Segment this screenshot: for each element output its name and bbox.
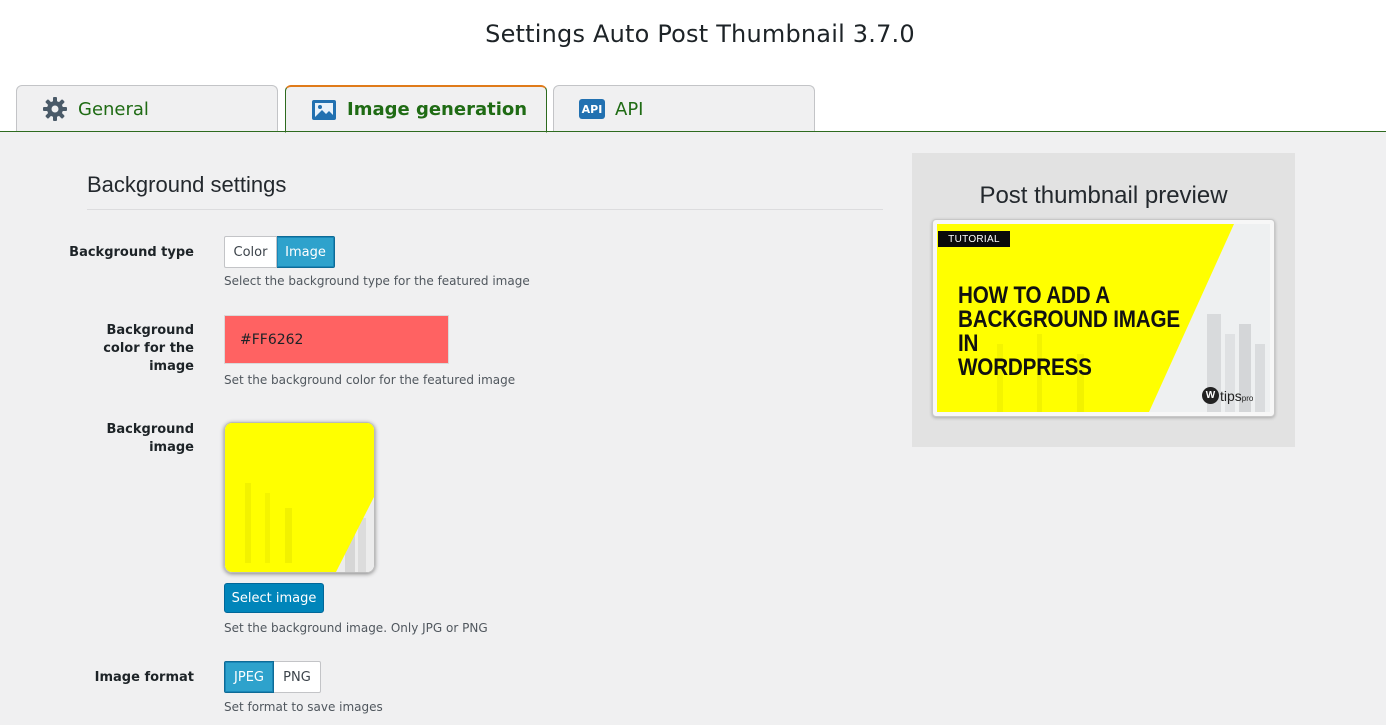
background-type-label: Background type [69, 245, 194, 260]
preview-title: Post thumbnail preview [979, 182, 1228, 209]
background-color-label-line2: color for the [103, 341, 194, 356]
background-color-label: Background color for the image [60, 322, 194, 376]
tab-image-generation[interactable]: Image generation [285, 85, 547, 133]
api-badge: API [579, 99, 605, 119]
background-image-label-line2: image [149, 440, 194, 455]
tab-general[interactable]: General [16, 85, 278, 132]
background-color-label-line3: image [149, 359, 194, 374]
image-icon [311, 97, 337, 123]
image-format-description: Set format to save images [224, 700, 383, 714]
api-icon: API [579, 96, 605, 122]
preview-headline-line2: BACKGROUND IMAGE IN [958, 306, 1181, 357]
image-format-jpeg-option[interactable]: JPEG [224, 661, 274, 693]
tab-api-label: API [615, 98, 644, 120]
logo-suffix: pro [1241, 394, 1254, 403]
background-image-label: Background image [60, 421, 195, 457]
wp-logo-icon: W [1202, 387, 1219, 404]
section-title: Background settings [87, 172, 287, 197]
background-color-field[interactable]: #FF6262 [224, 315, 449, 364]
tab-underline [0, 131, 1386, 132]
tab-image-generation-label: Image generation [347, 99, 528, 120]
background-type-image-option[interactable]: Image [277, 236, 335, 268]
preview-tag: TUTORIAL [938, 231, 1010, 247]
logo-text: tips [1220, 387, 1242, 404]
preview-headline-line1: HOW TO ADD A [958, 282, 1110, 309]
background-type-toggle: Color Image [224, 236, 335, 268]
preview-headline: HOW TO ADD A BACKGROUND IMAGE IN WORDPRE… [958, 284, 1199, 380]
preview-headline-line3: WORDPRESS [958, 354, 1092, 381]
background-type-color-option[interactable]: Color [224, 236, 277, 268]
tab-general-label: General [78, 98, 149, 120]
background-color-label-line1: Background [106, 323, 195, 338]
section-divider [87, 209, 883, 210]
page-title: Settings Auto Post Thumbnail 3.7.0 [485, 20, 915, 48]
image-format-toggle: JPEG PNG [224, 661, 321, 693]
select-image-button[interactable]: Select image [224, 583, 324, 613]
background-image-label-line1: Background [106, 422, 195, 437]
preview-logo: W tips pro [1202, 387, 1253, 404]
image-format-png-option[interactable]: PNG [274, 661, 321, 693]
background-type-description: Select the background type for the featu… [224, 274, 530, 288]
tab-api[interactable]: API API [553, 85, 815, 132]
background-image-description: Set the background image. Only JPG or PN… [224, 621, 488, 635]
gear-icon [42, 96, 68, 122]
image-format-label: Image format [94, 670, 194, 685]
background-image-thumbnail [224, 422, 375, 573]
background-color-description: Set the background color for the feature… [224, 373, 516, 387]
